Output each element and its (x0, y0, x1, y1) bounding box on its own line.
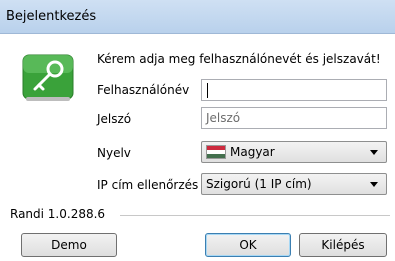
footer-separator (120, 215, 390, 216)
ip-check-label: IP cím ellenőrzés (97, 178, 199, 192)
password-placeholder: Jelszó (206, 111, 241, 125)
ok-button[interactable]: OK (205, 233, 291, 257)
language-value: Magyar (230, 145, 275, 159)
key-icon (22, 54, 74, 102)
ip-check-value: Szigorú (1 IP cím) (206, 177, 312, 191)
ip-check-select[interactable]: Szigorú (1 IP cím) (201, 173, 387, 195)
version-label: Randi 1.0.288.6 (10, 207, 106, 221)
window-title: Bejelentkezés (6, 9, 97, 24)
title-bar[interactable]: Bejelentkezés (0, 0, 395, 34)
username-input[interactable] (201, 79, 387, 101)
exit-button[interactable]: Kilépés (299, 233, 387, 257)
hungary-flag-icon (206, 145, 226, 159)
password-input[interactable]: Jelszó (201, 107, 387, 129)
demo-button[interactable]: Demo (21, 233, 117, 257)
chevron-down-icon (370, 182, 378, 187)
text-caret (207, 83, 208, 98)
instruction-text: Kérem adja meg felhasználónevét és jelsz… (97, 52, 381, 66)
language-select[interactable]: Magyar (201, 141, 387, 163)
chevron-down-icon (370, 150, 378, 155)
password-label: Jelszó (97, 112, 132, 126)
language-label: Nyelv (97, 146, 131, 160)
username-label: Felhasználónév (97, 83, 190, 97)
